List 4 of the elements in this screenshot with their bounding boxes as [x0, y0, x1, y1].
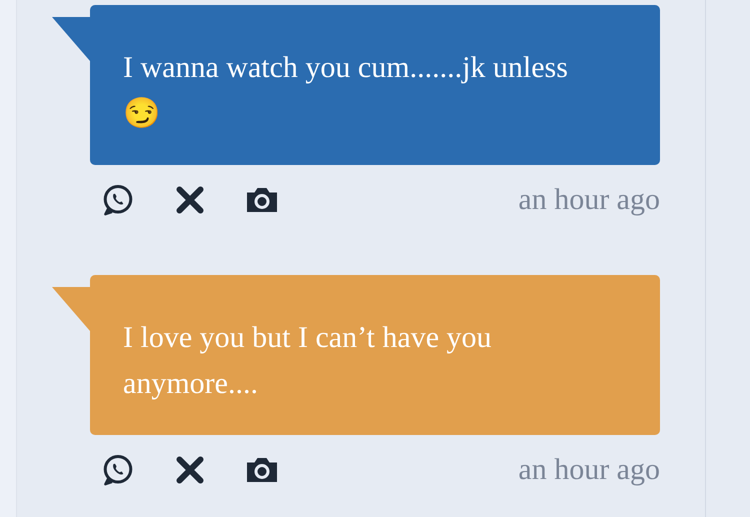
- timestamp: an hour ago: [518, 453, 660, 487]
- timestamp: an hour ago: [518, 183, 660, 217]
- message-text: I wanna watch you cum.......jk unless😏: [123, 50, 569, 132]
- message-text: I love you but I can’t have you anymore....: [123, 320, 493, 402]
